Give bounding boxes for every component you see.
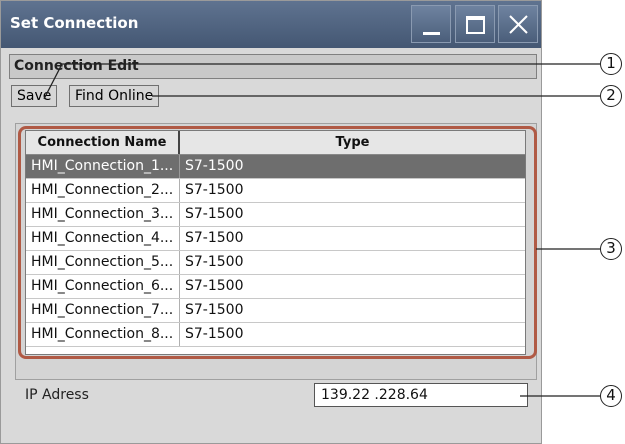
callout-leader-lines	[43, 63, 600, 397]
callout-2: 2	[600, 85, 622, 107]
callout-3: 3	[600, 238, 622, 260]
callout-1: 1	[600, 53, 622, 75]
callout-4: 4	[600, 385, 622, 407]
